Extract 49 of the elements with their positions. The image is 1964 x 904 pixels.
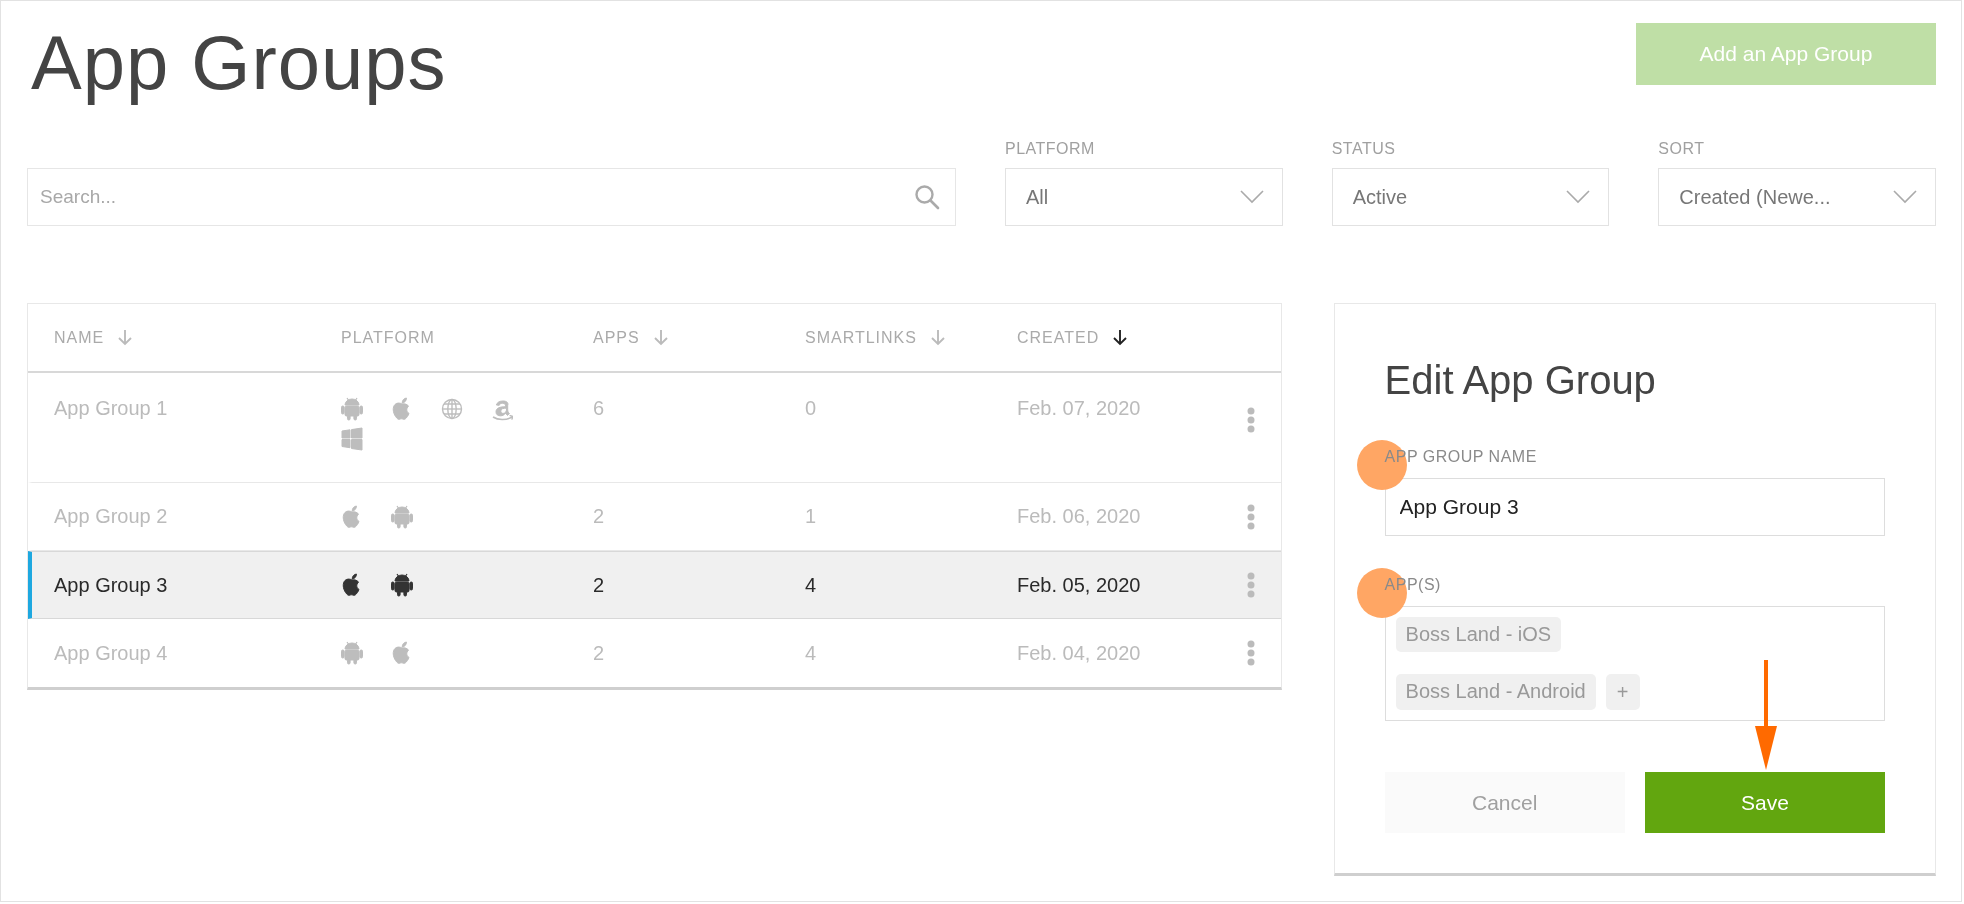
- column-header[interactable]: SMARTLINKS: [805, 328, 917, 347]
- cancel-button[interactable]: Cancel: [1384, 772, 1625, 833]
- panel-title: Edit App Group: [1384, 357, 1657, 404]
- chevron-down-icon: [1893, 190, 1917, 204]
- table-cell: 2: [593, 573, 605, 596]
- table-cell: 2: [593, 641, 605, 664]
- dropdown-label: PLATFORM: [1004, 140, 1096, 158]
- table-cell: App Group 1: [54, 397, 168, 419]
- add-app-button[interactable]: +: [1605, 674, 1640, 710]
- dropdown-label: SORT: [1658, 140, 1706, 158]
- app-tag[interactable]: Boss Land - iOS: [1395, 617, 1562, 652]
- table-cell: App Group 4: [54, 641, 168, 664]
- table-cell: Feb. 05, 2020: [1017, 573, 1141, 596]
- page-title: App Groups: [31, 19, 447, 107]
- dropdown[interactable]: All: [1004, 168, 1283, 226]
- table-cell: 6: [593, 397, 605, 419]
- chevron-down-icon: [1239, 190, 1264, 204]
- save-button[interactable]: Save: [1644, 772, 1885, 833]
- column-header[interactable]: APPS: [593, 328, 640, 347]
- table-cell: Feb. 04, 2020: [1017, 641, 1141, 664]
- column-header[interactable]: PLATFORM: [341, 328, 435, 347]
- table-cell: 4: [805, 573, 817, 596]
- apps-field[interactable]: Boss Land - iOS Boss Land - Android +: [1384, 606, 1885, 721]
- table-cell: Feb. 07, 2020: [1017, 397, 1141, 419]
- chevron-down-icon: [1566, 190, 1591, 204]
- table-cell: 1: [805, 505, 817, 527]
- table-row[interactable]: App Group 3 2 4 Feb. 05, 2020: [28, 551, 1281, 619]
- table-row[interactable]: App Group 1 6 0 Feb. 07, 2020: [28, 373, 1281, 483]
- dropdown-label: STATUS: [1331, 140, 1397, 158]
- kebab-menu-icon[interactable]: [1247, 640, 1256, 666]
- column-header[interactable]: NAME: [54, 328, 105, 347]
- name-field[interactable]: App Group 3: [1384, 478, 1885, 536]
- add-app-group-button[interactable]: Add an App Group: [1636, 23, 1936, 85]
- kebab-menu-icon[interactable]: [1247, 407, 1256, 433]
- kebab-menu-icon[interactable]: [1247, 572, 1256, 598]
- column-header[interactable]: CREATED: [1017, 328, 1100, 347]
- dropdown[interactable]: Created (Newe...: [1658, 168, 1936, 226]
- table-cell: App Group 2: [54, 505, 168, 527]
- table-cell: 4: [805, 641, 817, 664]
- dropdown[interactable]: Active: [1331, 168, 1610, 226]
- table-cell: Feb. 06, 2020: [1017, 505, 1141, 527]
- search-field[interactable]: Search...: [27, 168, 956, 226]
- app-tag[interactable]: Boss Land - Android: [1395, 674, 1596, 710]
- table-cell: App Group 3: [54, 573, 168, 596]
- table-cell: 2: [593, 505, 605, 527]
- table-cell: 0: [805, 397, 817, 419]
- kebab-menu-icon[interactable]: [1247, 503, 1256, 530]
- table-row[interactable]: App Group 4 2 4 Feb. 04, 2020: [28, 619, 1281, 687]
- search-icon: [913, 184, 940, 210]
